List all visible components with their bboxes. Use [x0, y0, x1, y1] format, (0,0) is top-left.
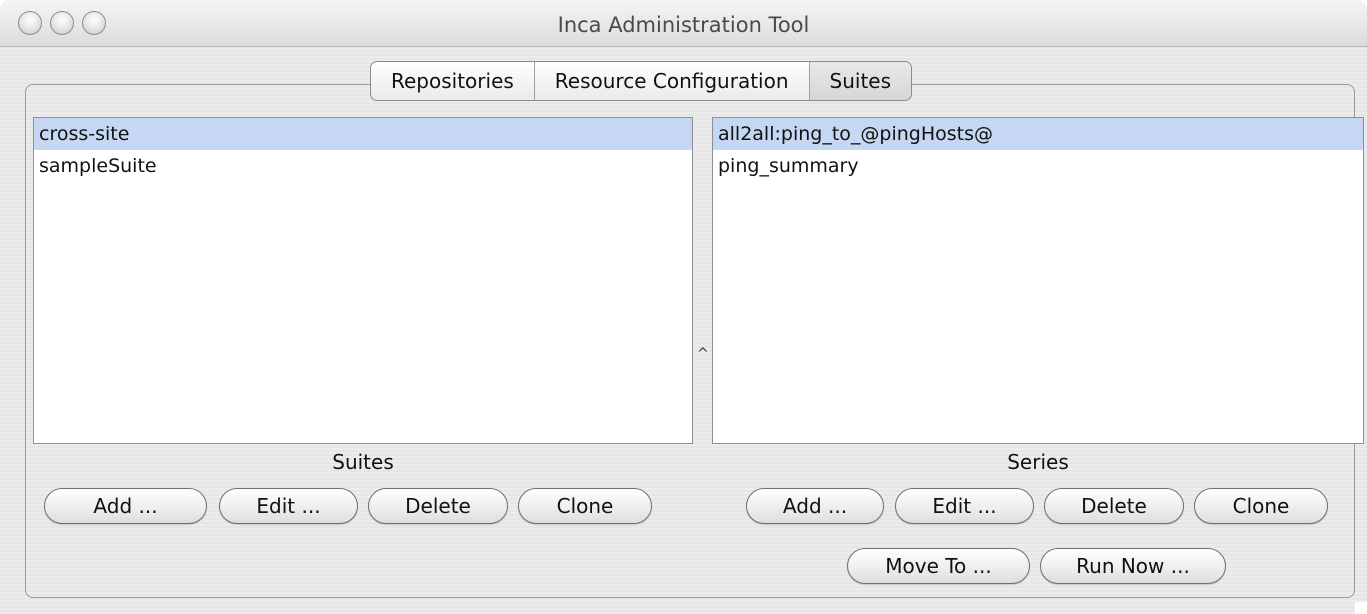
list-item[interactable]: all2all:ping_to_@pingHosts@	[713, 118, 1363, 150]
suite-add-button[interactable]: Add ...	[44, 488, 207, 524]
tab-repositories[interactable]: Repositories	[371, 62, 535, 100]
series-add-button[interactable]: Add ...	[746, 488, 884, 524]
series-run-now-button[interactable]: Run Now ...	[1040, 548, 1226, 584]
tab-bar: Repositories Resource Configuration Suit…	[370, 61, 913, 101]
suites-caption: Suites	[332, 450, 394, 474]
series-delete-button[interactable]: Delete	[1044, 488, 1184, 524]
app-window: Inca Administration Tool Repositories Re…	[0, 0, 1367, 614]
series-list[interactable]: all2all:ping_to_@pingHosts@ ping_summary	[712, 117, 1364, 444]
suite-edit-button[interactable]: Edit ...	[219, 488, 358, 524]
splitter-handle[interactable]: ^	[697, 346, 709, 362]
suite-delete-button[interactable]: Delete	[368, 488, 508, 524]
series-caption: Series	[1007, 450, 1069, 474]
suites-list[interactable]: cross-site sampleSuite	[33, 117, 693, 444]
tab-resource-configuration[interactable]: Resource Configuration	[535, 62, 810, 100]
suite-clone-button[interactable]: Clone	[518, 488, 652, 524]
list-item[interactable]: sampleSuite	[34, 150, 692, 182]
window-title: Inca Administration Tool	[557, 13, 810, 37]
series-edit-button[interactable]: Edit ...	[895, 488, 1034, 524]
resize-handle[interactable]	[1355, 602, 1367, 614]
list-item[interactable]: cross-site	[34, 118, 692, 150]
title-bar: Inca Administration Tool	[0, 0, 1367, 47]
tab-suites[interactable]: Suites	[809, 62, 912, 100]
series-clone-button[interactable]: Clone	[1194, 488, 1328, 524]
series-move-to-button[interactable]: Move To ...	[847, 548, 1030, 584]
list-item[interactable]: ping_summary	[713, 150, 1363, 182]
